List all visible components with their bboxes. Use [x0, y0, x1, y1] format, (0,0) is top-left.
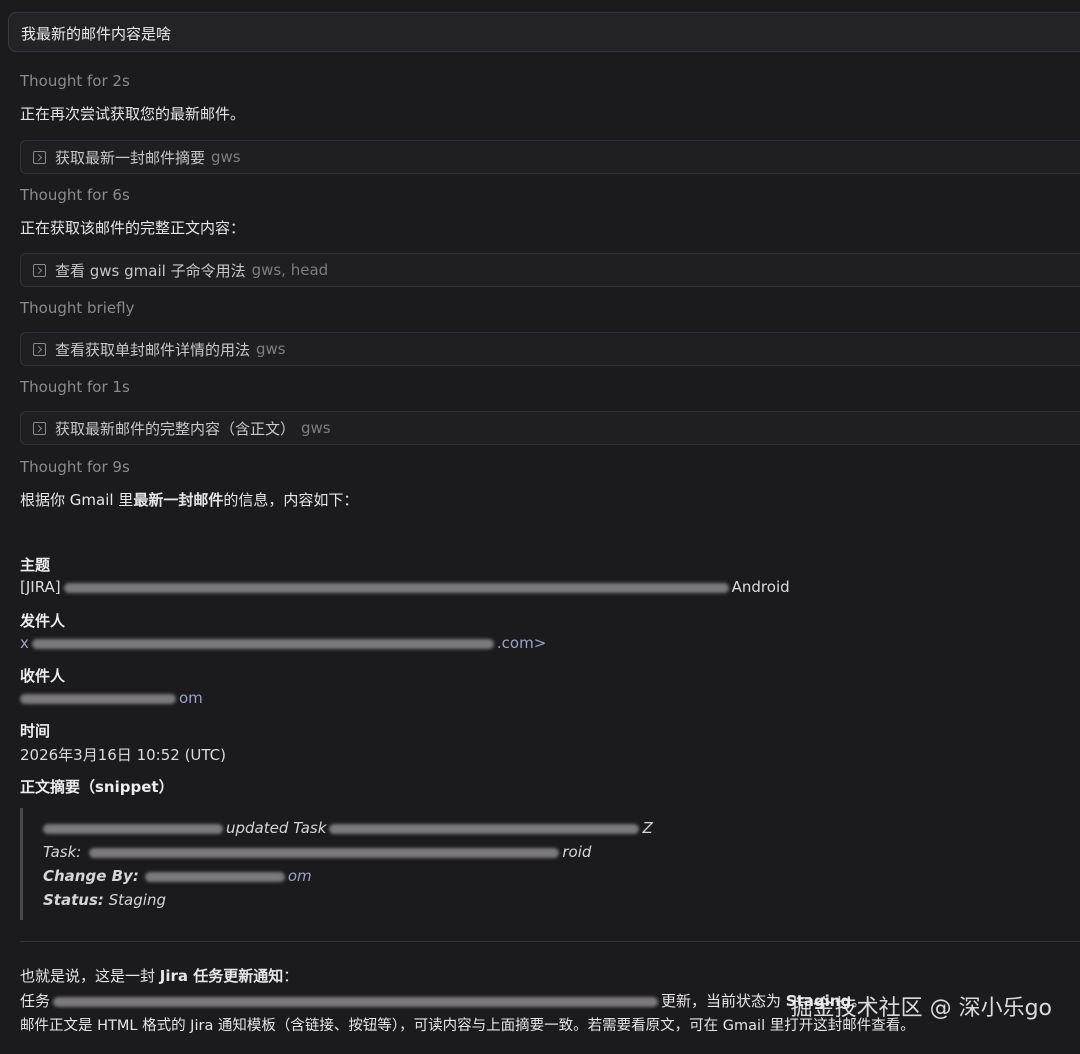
thought-duration[interactable]: Thought for 6s: [20, 186, 130, 204]
tool-call-2[interactable]: 查看 gws gmail 子命令用法 gws, head: [20, 253, 1080, 287]
redacted-text: [89, 847, 560, 858]
tool-call-label: 查看 gws gmail 子命令用法: [55, 261, 246, 280]
sender-value: x .com>: [20, 634, 546, 652]
recipient-heading: 收件人: [20, 667, 66, 685]
terminal-icon: [33, 263, 46, 277]
redacted-text: [20, 693, 176, 704]
intro-text: 根据你 Gmail 里: [20, 491, 134, 509]
tool-call-arg: gws: [301, 419, 331, 437]
snippet-heading: 正文摘要（snippet）: [20, 778, 174, 796]
snippet-blockquote: updated Task Z Task: roid Change By: om Sta…: [20, 808, 923, 920]
subject-heading: 主题: [20, 556, 51, 574]
summary-text: 也就是说，这是一封: [20, 967, 160, 985]
assistant-status-text: 正在再次尝试获取您的最新邮件。: [20, 105, 246, 123]
assistant-status-text: 正在获取该邮件的完整正文内容：: [20, 219, 246, 237]
thought-duration[interactable]: Thought briefly: [20, 299, 134, 317]
summary-text: 任务: [20, 992, 51, 1010]
watermark: 掘金技术社区 @ 深小乐go: [790, 996, 1052, 1021]
tool-call-4[interactable]: 获取最新邮件的完整内容（含正文） gws: [20, 411, 1080, 445]
summary-bold: Jira 任务更新通知: [159, 967, 284, 985]
recipient-suffix[interactable]: om: [179, 689, 203, 707]
answer-intro: 根据你 Gmail 里最新一封邮件的信息，内容如下：: [20, 489, 358, 510]
summary-line-3: 邮件正文是 HTML 格式的 Jira 通知模板（含链接、按钮等），可读内容与上…: [20, 1018, 915, 1034]
redacted-text: [329, 823, 640, 834]
tool-call-arg: gws: [211, 148, 241, 166]
redacted-text: [53, 996, 659, 1007]
snippet-status-value: Staging: [108, 891, 166, 909]
redacted-text: [144, 871, 285, 882]
snippet-text: roid: [562, 843, 592, 861]
snippet-line-change: Change By: om: [43, 867, 312, 885]
sender-heading: 发件人: [20, 612, 66, 630]
snippet-task-label: Task:: [43, 843, 82, 861]
tool-call-1[interactable]: 获取最新一封邮件摘要 gws: [20, 140, 1080, 174]
thought-duration[interactable]: Thought for 9s: [20, 458, 130, 476]
intro-text: 的信息，内容如下：: [223, 491, 359, 509]
redacted-text: [31, 638, 494, 649]
intro-bold: 最新一封邮件: [133, 491, 224, 509]
tool-call-label: 获取最新邮件的完整内容（含正文）: [55, 419, 296, 438]
snippet-text[interactable]: om: [288, 867, 312, 885]
snippet-line-task: Task: roid: [43, 843, 591, 861]
time-value: 2026年3月16日 10:52 (UTC): [20, 746, 227, 764]
tool-call-3[interactable]: 查看获取单封邮件详情的用法 gws: [20, 332, 1080, 366]
snippet-line-status: Status: Staging: [43, 891, 166, 909]
user-query-bubble: 我最新的邮件内容是啥: [8, 12, 1080, 52]
summary-line-1: 也就是说，这是一封 Jira 任务更新通知：: [20, 965, 298, 986]
thought-duration[interactable]: Thought for 1s: [20, 378, 130, 396]
recipient-value: om: [20, 689, 203, 707]
terminal-icon: [33, 421, 46, 435]
tool-call-arg: gws, head: [251, 261, 329, 279]
snippet-text: Z: [642, 819, 653, 837]
terminal-icon: [33, 150, 46, 164]
sender-suffix[interactable]: .com>: [497, 634, 546, 652]
tool-call-arg: gws: [256, 340, 286, 358]
snippet-line-1: updated Task Z: [43, 819, 653, 837]
snippet-change-label: Change By:: [43, 867, 139, 885]
subject-value: [JIRA] Android: [20, 578, 790, 596]
divider: [20, 941, 1080, 942]
summary-text: ：: [283, 967, 299, 985]
redacted-text: [63, 582, 729, 593]
tool-call-label: 获取最新一封邮件摘要: [55, 148, 206, 167]
time-heading: 时间: [20, 722, 51, 740]
redacted-text: [43, 823, 223, 834]
thought-duration[interactable]: Thought for 2s: [20, 72, 130, 90]
summary-text: 更新，当前状态为: [661, 992, 786, 1010]
terminal-icon: [33, 342, 46, 356]
tool-call-label: 查看获取单封邮件详情的用法: [55, 340, 251, 359]
sender-prefix[interactable]: x: [20, 634, 29, 652]
summary-line-2: 任务 更新，当前状态为 Staging。: [20, 990, 866, 1011]
snippet-text: updated Task: [226, 819, 327, 837]
subject-prefix: [JIRA]: [20, 578, 61, 596]
snippet-status-label: Status:: [43, 891, 104, 909]
subject-suffix: Android: [731, 578, 790, 596]
